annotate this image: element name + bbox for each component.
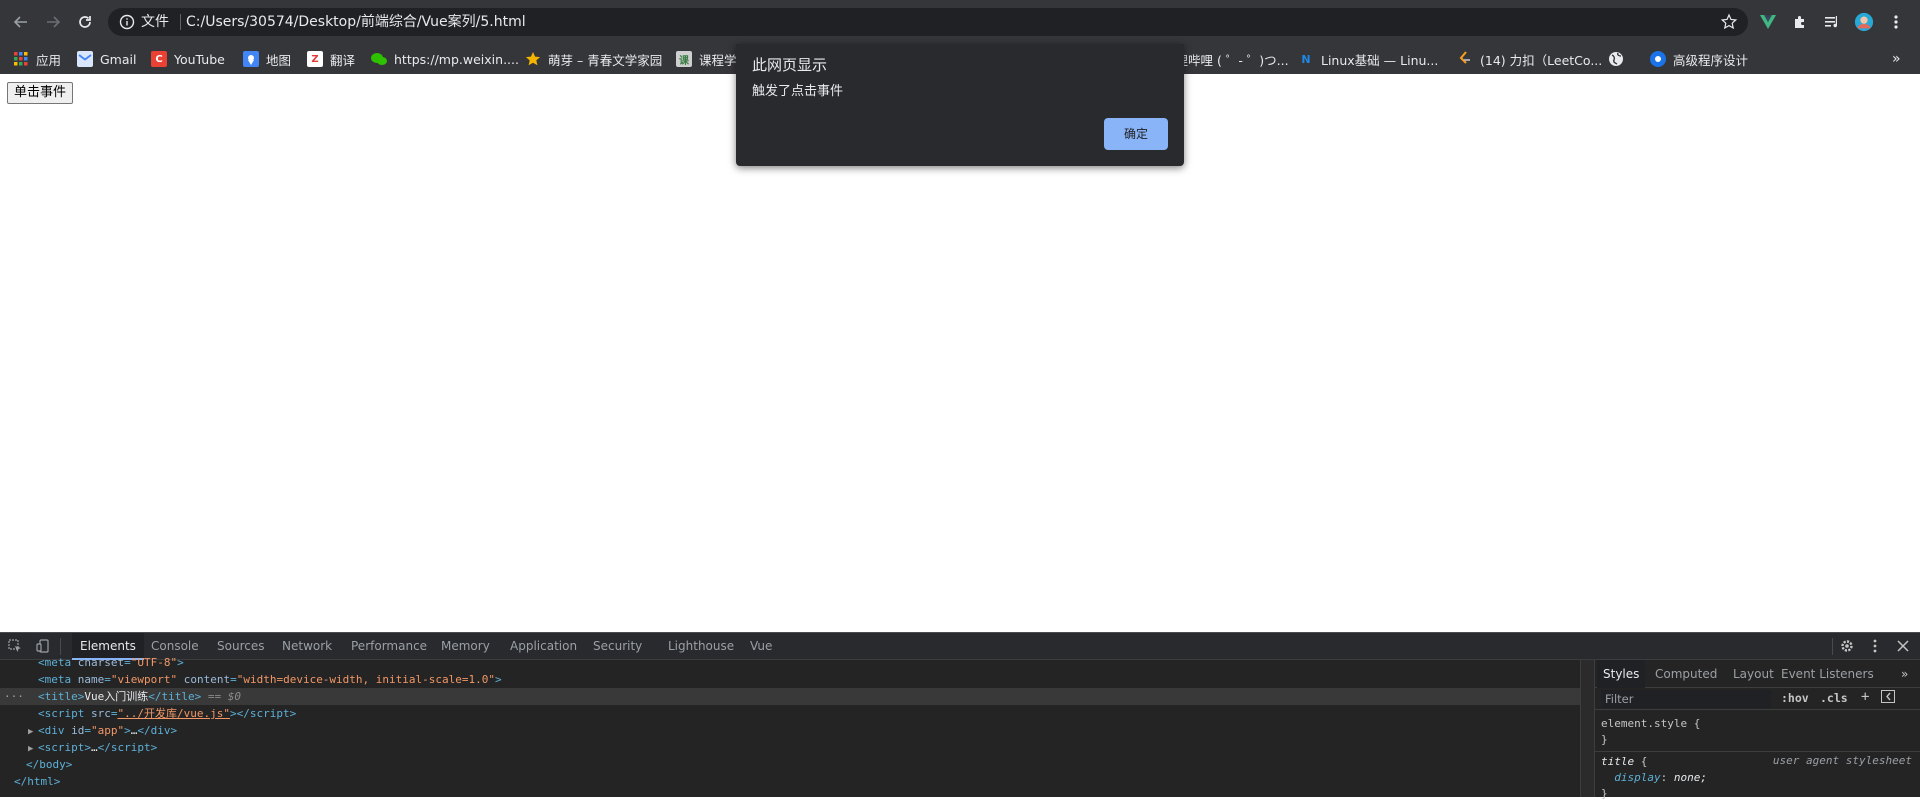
advanced-programming-icon	[1650, 51, 1666, 67]
bookmark-label: YouTube	[174, 51, 225, 67]
bookmark-label: 萌芽 – 青春文学家园	[548, 52, 663, 68]
close-devtools-icon[interactable]	[1894, 637, 1912, 655]
address-bar[interactable]: 文件 C:/Users/30574/Desktop/前端综合/Vue案列/5.h…	[108, 8, 1748, 36]
more-tabs-chevron-icon[interactable]: »	[1895, 660, 1914, 688]
leetcode-icon	[1457, 51, 1473, 67]
bookmark-youtube[interactable]: C YouTube	[151, 49, 225, 69]
alert-title: 此网页显示	[752, 56, 828, 74]
reload-icon	[79, 16, 91, 28]
alert-ok-button[interactable]: 确定	[1104, 118, 1168, 150]
tab-styles[interactable]: Styles	[1597, 660, 1646, 688]
device-toolbar-icon[interactable]	[34, 637, 52, 655]
browser-toolbar: 文件 C:/Users/30574/Desktop/前端综合/Vue案列/5.h…	[0, 0, 1920, 43]
dom-node-html-close[interactable]: </html>	[0, 773, 1580, 790]
row-ellipsis-icon: ···	[4, 690, 24, 703]
user-agent-stylesheet-link[interactable]: user agent stylesheet	[1773, 754, 1912, 767]
kebab-menu-icon	[1894, 15, 1898, 29]
bookmark-label: Linux基础 — Linu...	[1321, 52, 1439, 68]
back-button[interactable]	[8, 9, 34, 35]
click-event-button[interactable]: 单击事件	[7, 82, 74, 104]
translate-icon: Z	[307, 51, 323, 67]
elements-dom-tree[interactable]: <meta charset="UTF-8"> <meta name="viewp…	[0, 656, 1580, 797]
youtube-icon: C	[151, 51, 167, 67]
bookmark-gmail[interactable]: Gmail	[77, 49, 136, 69]
apps-grid-icon	[13, 51, 29, 67]
tab-event-listeners[interactable]: Event Listeners	[1775, 660, 1880, 688]
bookmark-advanced-programming[interactable]: 高级程序设计	[1650, 49, 1748, 69]
devtools-panel: Elements Console Sources Network Perform…	[0, 632, 1920, 800]
dom-node-div-app[interactable]: ▶ <div id="app">…</div>	[0, 722, 1580, 739]
bookmark-label: 课程学	[699, 52, 737, 68]
bookmark-label: (14) 力扣（LeetCo...	[1480, 52, 1603, 68]
dom-node-meta-viewport[interactable]: <meta name="viewport" content="width=dev…	[0, 671, 1580, 688]
avatar-icon	[1854, 12, 1874, 32]
dom-node-title-selected[interactable]: ··· <title>Vue入门训练</title> == $0	[0, 688, 1580, 705]
tab-divider	[1832, 638, 1833, 655]
bookmark-label: 翻译	[330, 52, 356, 68]
styles-filter-bar: Filter :hov .cls +	[1595, 688, 1920, 710]
browser-menu-button[interactable]	[1886, 12, 1906, 32]
bookmark-maps[interactable]: 地图	[243, 49, 291, 69]
media-controls-icon[interactable]	[1822, 12, 1842, 32]
toggle-sidebar-icon[interactable]	[1881, 690, 1895, 706]
course-icon: 课	[676, 51, 692, 67]
gmail-icon	[77, 51, 93, 67]
bookmark-linux[interactable]: N Linux基础 — Linu...	[1298, 49, 1438, 69]
address-separator	[180, 14, 181, 30]
bookmark-apps[interactable]: 应用	[13, 49, 61, 69]
profile-avatar[interactable]	[1854, 12, 1874, 32]
security-label: 文件	[141, 14, 169, 30]
chevron-double-right-icon: »	[1892, 51, 1901, 67]
bookmark-label: 高级程序设计	[1673, 52, 1749, 68]
dom-node-script[interactable]: ▶ <script>…</script>	[0, 739, 1580, 756]
info-icon[interactable]	[118, 13, 136, 31]
bookmark-label: 地图	[266, 52, 292, 68]
dom-tree-scrollbar[interactable]	[1580, 660, 1594, 797]
bookmark-translate[interactable]: Z 翻译	[307, 49, 355, 69]
bookmark-leetcode[interactable]: (14) 力扣（LeetCo...	[1457, 49, 1602, 69]
bookmarks-overflow-button[interactable]: »	[1892, 49, 1901, 69]
bookmark-course[interactable]: 课 课程学	[676, 49, 737, 69]
styles-sidebar: Styles Computed Layout Event Listeners »…	[1594, 660, 1920, 800]
dom-node-script-src[interactable]: <script src="../开发库/vue.js"></script>	[0, 705, 1580, 722]
extensions-puzzle-icon[interactable]	[1790, 12, 1810, 32]
bookmark-label: Gmail	[100, 51, 137, 67]
wechat-icon	[371, 51, 387, 67]
alert-dialog: 此网页显示 触发了点击事件 确定	[736, 44, 1184, 166]
devtools-menu-icon[interactable]	[1866, 637, 1884, 655]
vue-devtools-extension-icon[interactable]	[1758, 12, 1778, 32]
class-toggle[interactable]: .cls	[1820, 691, 1848, 705]
bookmark-star-icon[interactable]	[1720, 13, 1738, 31]
hover-state-toggle[interactable]: :hov	[1781, 691, 1809, 705]
url-text[interactable]: C:/Users/30574/Desktop/前端综合/Vue案列/5.html	[186, 12, 526, 32]
settings-gear-icon[interactable]	[1838, 637, 1856, 655]
title-style-rule[interactable]: title { display: none; }	[1601, 754, 1707, 802]
star-bookmark-icon	[525, 51, 541, 67]
new-style-rule-icon[interactable]: +	[1861, 689, 1869, 705]
tab-computed[interactable]: Computed	[1649, 660, 1723, 688]
element-style-rule[interactable]: element.style {}	[1601, 716, 1700, 748]
back-arrow-icon	[13, 16, 27, 28]
bookmark-label: 应用	[36, 52, 62, 68]
dom-node-body-close[interactable]: </body>	[0, 756, 1580, 773]
bookmark-globe[interactable]	[1608, 49, 1631, 69]
forward-button[interactable]	[40, 9, 66, 35]
tab-layout[interactable]: Layout	[1727, 660, 1780, 688]
bookmark-label: https://mp.weixin....	[394, 51, 519, 67]
dom-node-meta-charset[interactable]: <meta charset="UTF-8">	[0, 654, 1580, 671]
linux-icon: N	[1301, 52, 1311, 66]
inspect-element-icon[interactable]	[6, 637, 24, 655]
reload-button[interactable]	[72, 9, 98, 35]
maps-icon	[243, 51, 259, 67]
tab-divider	[60, 638, 61, 655]
styles-tab-bar: Styles Computed Layout Event Listeners »	[1595, 660, 1920, 688]
rule-divider	[1595, 751, 1920, 752]
bookmark-mengya[interactable]: 萌芽 – 青春文学家园	[525, 49, 662, 69]
alert-message: 触发了点击事件	[752, 84, 844, 99]
globe-icon	[1608, 51, 1624, 67]
bookmark-wechat[interactable]: https://mp.weixin....	[371, 49, 519, 69]
styles-filter-input[interactable]: Filter	[1601, 690, 1771, 708]
forward-arrow-icon	[47, 16, 61, 28]
